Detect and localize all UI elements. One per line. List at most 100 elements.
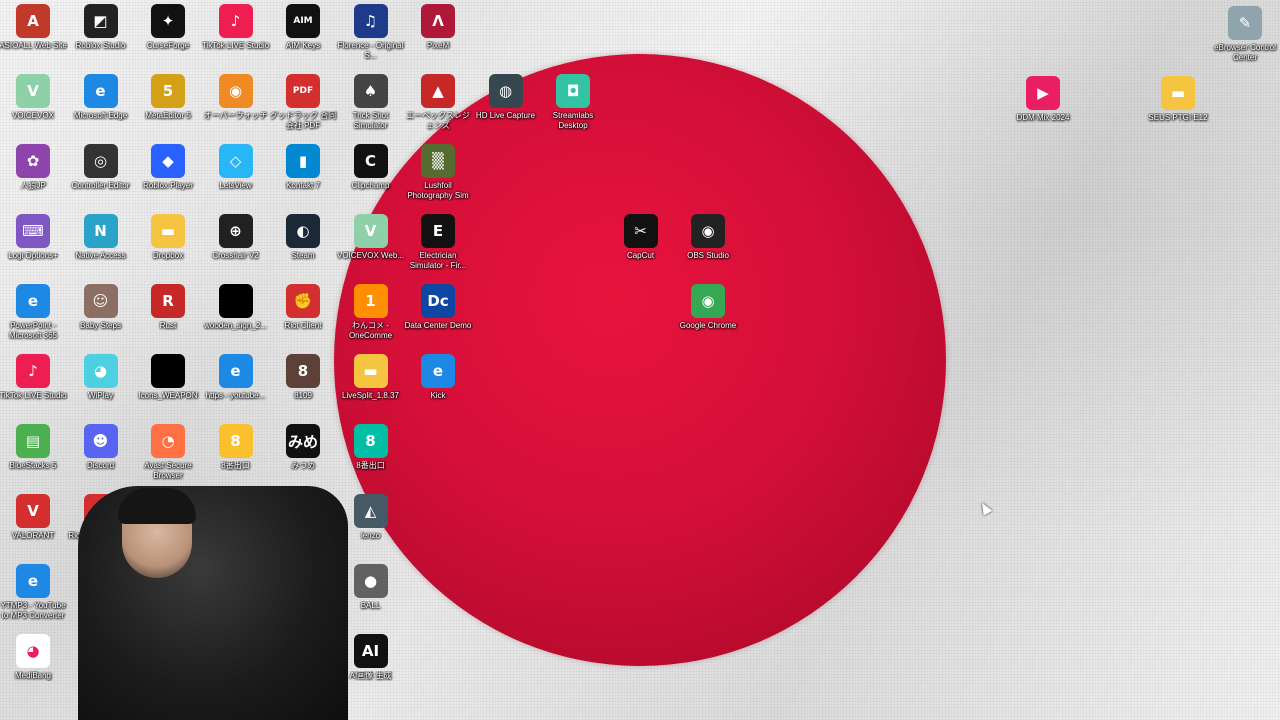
native-access-icon: N [83, 214, 118, 248]
clipchamp-icon: C [353, 144, 388, 178]
desktop-icon-onecomme[interactable]: 1 わんコメ - OneComme [336, 280, 406, 348]
asio-icon: A [16, 4, 50, 38]
desktop-icon-mimeme[interactable]: みめ みつめ [268, 420, 338, 488]
desktop-icon-dc-demo[interactable]: Dc Data Center Demo [403, 280, 473, 348]
desktop-icon-roblox-studio[interactable]: ◩ Roblox Studio [66, 0, 136, 68]
avast-icon: ◔ [151, 424, 185, 458]
desktop-icon-voicevox-web[interactable]: V VOICEVOX Web... [336, 210, 406, 278]
desktop-icon-label: MediBang [14, 671, 52, 680]
desktop-icon-controller-editor[interactable]: ◎ Controller Editor [66, 140, 136, 208]
powerpoint-icon: e [16, 284, 50, 318]
desktop-icon-label: VOICEVOX Web... [337, 251, 404, 260]
desktop-icon-label: TikTok LIVE Studio [201, 41, 270, 50]
desktop-icon-logi[interactable]: ⌨ Logi Options+ [0, 210, 68, 278]
roblox-player-icon: ◆ [151, 144, 185, 178]
desktop-icon-8109[interactable]: 8 8109 [268, 350, 338, 418]
desktop-icon-wooden-sign[interactable]: wooden_sign_2... [201, 280, 271, 348]
desktop-icon-pdf[interactable]: PDF グッドラック 合同会社 PDF [268, 70, 338, 138]
desktop-icon-obs[interactable]: ◉ OBS Studio [673, 210, 743, 278]
desktop-icon-electrician[interactable]: E Electrician Simulator - Fir... [403, 210, 473, 278]
desktop-icon-label: 8109 [294, 391, 312, 400]
desktop-icon-letsview[interactable]: ◇ LetsView [201, 140, 271, 208]
valorant-icon: V [16, 494, 50, 528]
desktop-icon-label: YTMP3 - YouTube to MP3 Converter [0, 601, 66, 620]
desktop-icon-powerpoint[interactable]: e PowerPoint - Microsoft 365 [0, 280, 68, 348]
desktop-icon-avast[interactable]: ◔ Avast Secure Browser [133, 420, 203, 488]
desktop-icon-yt-mp3[interactable]: e YTMP3 - YouTube to MP3 Converter [0, 560, 68, 628]
desktop-icon-curseforge[interactable]: ✦ CurseForge [133, 0, 203, 68]
desktop-icon-dropbox[interactable]: ▬ Dropbox [133, 210, 203, 278]
desktop-icon-crosshair[interactable]: ⊕ Crosshair V2 [201, 210, 271, 278]
desktop-icon-tiktok-live[interactable]: ♪ TikTok LIVE Studio [201, 0, 271, 68]
apex-icon: ▲ [421, 74, 455, 108]
8-exit-icon: 8 [218, 424, 253, 458]
desktop-icon-tiktok-live-2[interactable]: ♪ TikTok LIVE Studio [0, 350, 68, 418]
desktop-icon-label: https - youtube... [205, 391, 266, 400]
pdf-icon: PDF [286, 74, 320, 108]
metaeditor-icon: 5 [151, 74, 185, 108]
desktop-icon-control-center[interactable]: ✎ eBrowser Control Center [1210, 2, 1280, 70]
desktop-icon-chrome[interactable]: ◉ Google Chrome [673, 280, 743, 348]
desktop-icon-baby-steps[interactable]: ☺ Baby Steps [66, 280, 136, 348]
pixel-icon: Λ [421, 4, 455, 38]
crosshair-icon: ⊕ [218, 214, 253, 248]
desktop-icon-label: Crosshair V2 [212, 251, 259, 260]
desktop-icon-aim-keys[interactable]: AIM AIM Keys [268, 0, 338, 68]
desktop-icon-kontakt[interactable]: ▮ Kontakt 7 [268, 140, 338, 208]
desktop-icon-label: eBrowser Control Center [1214, 43, 1276, 62]
desktop-icon-label: Microsoft Edge [73, 111, 128, 120]
desktop-icon-pixel[interactable]: Λ PixeM [403, 0, 473, 68]
desktop-icon-overwatch[interactable]: ◉ オーバーウォッチ [201, 70, 271, 138]
desktop-icon-wiplay[interactable]: ◕ WiPlay [66, 350, 136, 418]
desktop-icon-trickshot[interactable]: ♠ Trick Shot Simulator [336, 70, 406, 138]
desktop-icon-clipchamp[interactable]: C Clipchamp [336, 140, 406, 208]
desktop-icon-8-exit-2[interactable]: 8 8番出口 [336, 420, 406, 488]
desktop-icon-label: Kontakt 7 [286, 181, 320, 190]
desktop-icon-label: wooden_sign_2... [204, 321, 267, 330]
desktop-icon-metaeditor[interactable]: 5 MetaEditor 5 [133, 70, 203, 138]
desktop-icon-app-purple[interactable]: ✿ 人狼JP [0, 140, 68, 208]
desktop-icon-label: LiveSplit_1.8.37 [342, 391, 399, 400]
desktop-icon-label: Roblox Studio [75, 41, 126, 50]
medibang-icon: ◕ [16, 634, 50, 668]
desktop-icon-florence[interactable]: ♫ Florence - Original S... [336, 0, 406, 68]
desktop-icon-livesplit[interactable]: ▬ LiveSplit_1.8.37 [336, 350, 406, 418]
desktop-icon-folder-right[interactable]: ▬ SEUS PTGI E12 [1143, 72, 1213, 140]
desktop-icon-steam[interactable]: ◐ Steam [268, 210, 338, 278]
desktop-icon-asio[interactable]: A ASIOALL Web Site [0, 0, 68, 68]
desktop-icon-capcut[interactable]: ✂ CapCut [606, 210, 676, 278]
desktop-icon-label: 人狼JP [20, 181, 46, 190]
desktop-icon-discord[interactable]: ☻ Discord [66, 420, 136, 488]
desktop-icon-rust[interactable]: R Rust [133, 280, 203, 348]
desktop-icon-kick[interactable]: e Kick [403, 350, 473, 418]
desktop-icon-icon-black[interactable]: Icons_WEAPON [133, 350, 203, 418]
desktop-icon-label: VALORANT [11, 531, 55, 540]
desktop-icon-apex[interactable]: ▲ エーペックスレジェンズ [403, 70, 473, 138]
desktop-icon-label: Native Access [75, 251, 126, 260]
desktop-icon-valorant[interactable]: V VALORANT [0, 490, 68, 558]
desktop-icon-hd-live[interactable]: ◍ HD Live Capture [471, 70, 541, 138]
desktop-icon-label: MetaEditor 5 [145, 111, 191, 120]
desktop-icon-8-exit[interactable]: 8 8番出口 [201, 420, 271, 488]
rust-icon: R [151, 284, 185, 318]
desktop-icon-native-access[interactable]: N Native Access [66, 210, 136, 278]
webcam-hair [118, 488, 196, 524]
onecomme-icon: 1 [353, 284, 388, 318]
desktop-icon-edge-url[interactable]: e https - youtube... [201, 350, 271, 418]
desktop-icon-edge[interactable]: e Microsoft Edge [66, 70, 136, 138]
mimeme-icon: みめ [286, 424, 320, 458]
desktop-icon-label: Data Center Demo [404, 321, 472, 330]
desktop-icon-ddm-mix[interactable]: ▶ DDM Mix 2024 [1008, 72, 1078, 140]
desktop-icon-label: 8番出口 [221, 461, 250, 470]
desktop-icon-streamlabs[interactable]: ◘ Streamlabs Desktop [538, 70, 608, 138]
desktop-icon-roblox-player[interactable]: ◆ Roblox Player [133, 140, 203, 208]
desktop-icon-label: 8番出口 [356, 461, 385, 470]
lenzo-icon: ◭ [353, 494, 388, 528]
desktop-icon-medibang[interactable]: ◕ MediBang [0, 630, 68, 698]
webcam-overlay [78, 486, 348, 720]
desktop-icon-voicevox[interactable]: V VOICEVOX [0, 70, 68, 138]
desktop-icon-bluestacks[interactable]: ▤ BlueStacks 5 [0, 420, 68, 488]
desktop-icon-lushfoil[interactable]: ▒ Lushfoil Photography Sim [403, 140, 473, 208]
desktop-icon-riot-client[interactable]: ✊ Riot Client [268, 280, 338, 348]
riot-client-icon: ✊ [286, 284, 320, 318]
